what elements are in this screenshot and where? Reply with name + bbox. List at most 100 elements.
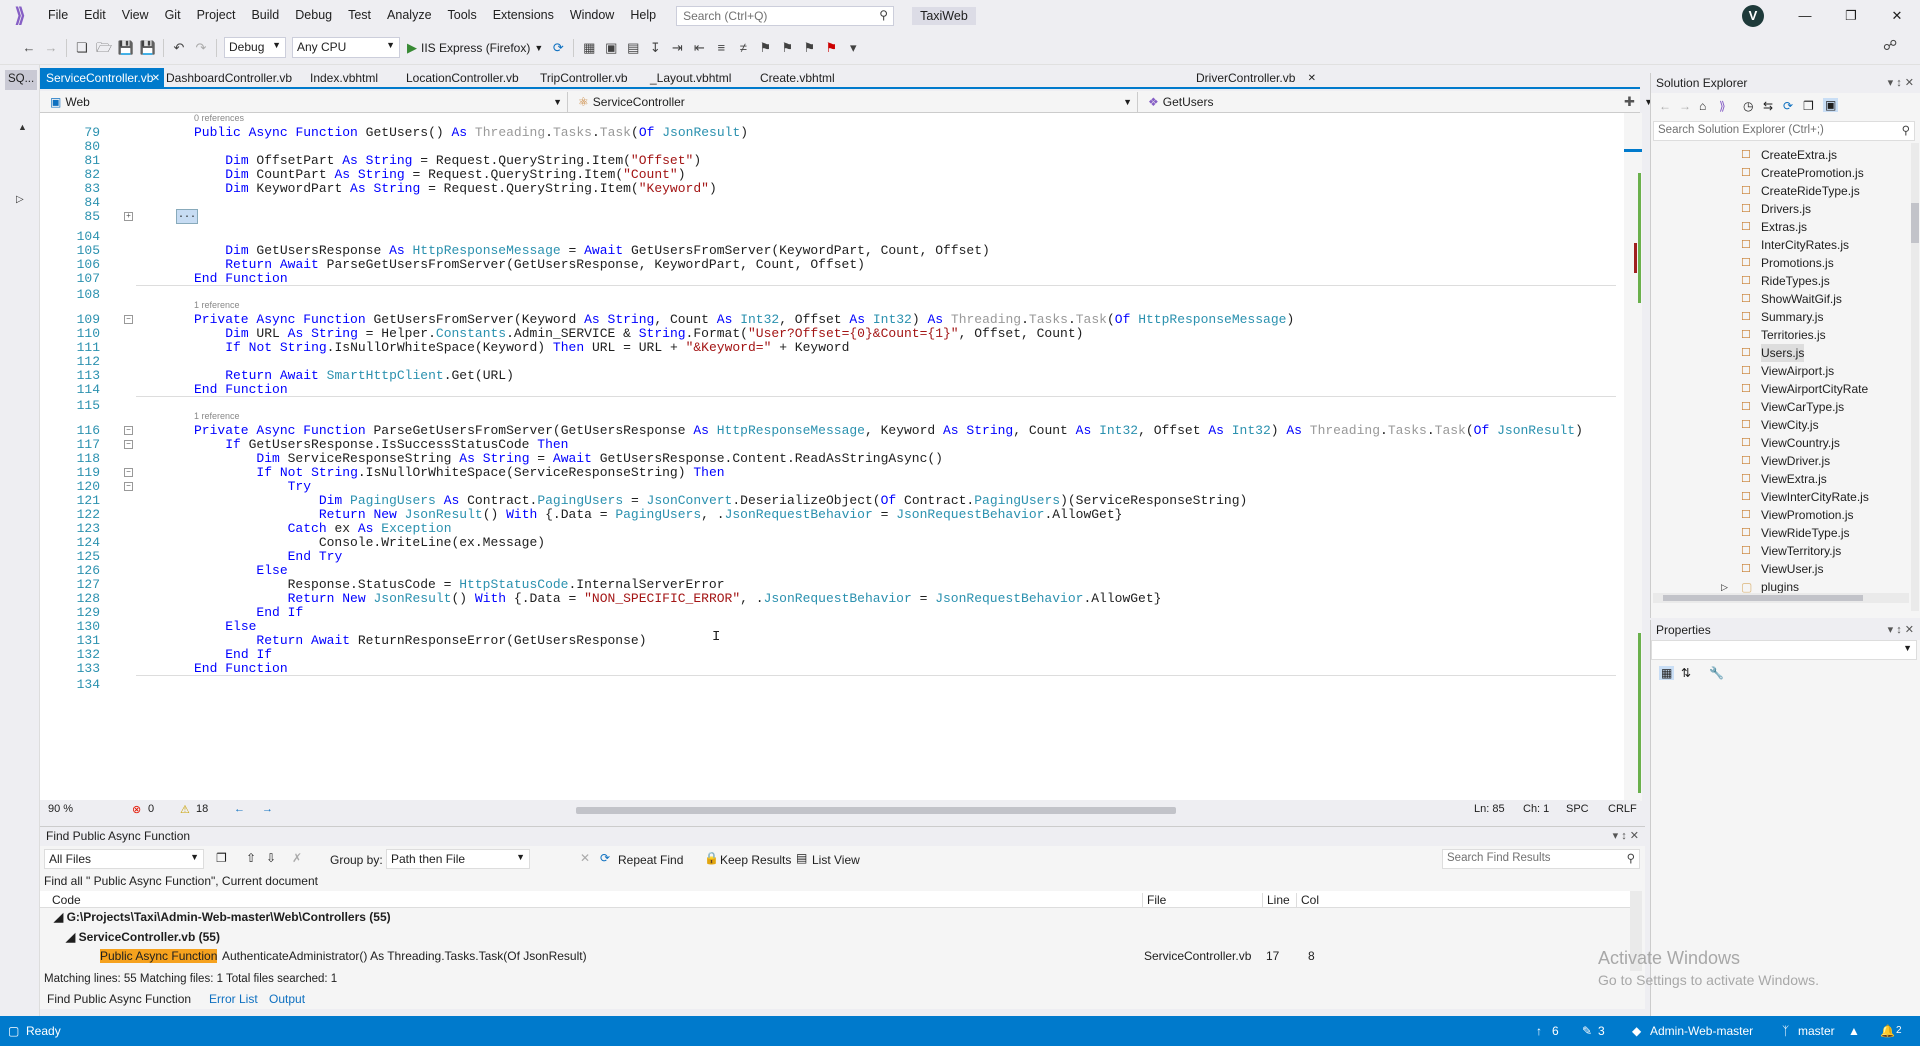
- repository-name[interactable]: Admin-Web-master: [1650, 1016, 1753, 1046]
- pending-changes[interactable]: 3: [1598, 1016, 1605, 1046]
- doc-tab-2[interactable]: DashboardController.vb: [160, 68, 300, 89]
- clear-bookmark-icon[interactable]: ⚑: [820, 37, 842, 59]
- tab-close-icon[interactable]: ✕: [1308, 68, 1316, 89]
- solution-file-item[interactable]: ☐ ViewCity.js: [1741, 416, 1819, 434]
- keep-results-button[interactable]: Keep Results: [720, 853, 791, 867]
- editor-vertical-scrollbar[interactable]: [1624, 113, 1642, 801]
- notification-icon[interactable]: 🔔: [1880, 1016, 1895, 1046]
- collapse-all-icon[interactable]: ❐: [1803, 99, 1814, 113]
- code-line[interactable]: 108: [40, 286, 1620, 303]
- find-panel-controls-icon[interactable]: ▾ ↕ ✕: [1613, 827, 1639, 846]
- prev-bookmark-icon[interactable]: ⚑: [776, 37, 798, 59]
- next-bookmark-icon[interactable]: ⚑: [798, 37, 820, 59]
- comment-icon[interactable]: ≡: [710, 37, 732, 59]
- bottom-tab-2[interactable]: Error List: [204, 990, 263, 1009]
- bottom-tab-3[interactable]: Output: [264, 990, 310, 1009]
- prev-result-icon[interactable]: ⇧: [246, 851, 256, 865]
- fold-toggle-icon[interactable]: −: [124, 468, 133, 477]
- back-icon[interactable]: ←: [18, 37, 40, 59]
- se-forward-icon[interactable]: →: [1679, 99, 1691, 113]
- live-share-icon[interactable]: ☍: [1883, 37, 1897, 54]
- platform-select[interactable]: Any CPU ▼: [292, 37, 400, 58]
- properties-object-select[interactable]: ▼: [1651, 640, 1917, 660]
- code-line[interactable]: 115: [40, 397, 1620, 414]
- menu-extensions[interactable]: Extensions: [485, 0, 562, 31]
- sync-icon[interactable]: ⇆: [1763, 99, 1773, 113]
- solution-file-item[interactable]: ☐ CreateRideType.js: [1741, 182, 1860, 200]
- search-input[interactable]: Search (Ctrl+Q) ⚲: [676, 5, 895, 26]
- expand-arrow-icon[interactable]: ▷: [16, 194, 24, 205]
- code-area[interactable]: 0 references 79 Public Async Function GetU…: [40, 113, 1625, 793]
- solution-file-item[interactable]: ☐ ViewTerritory.js: [1741, 542, 1841, 560]
- doc-tab-3[interactable]: Index.vbhtml: [304, 68, 396, 89]
- step-icon[interactable]: ↧: [644, 37, 666, 59]
- doc-tab-6[interactable]: _Layout.vbhtml: [644, 68, 750, 89]
- doc-tab-8[interactable]: DriverController.vb ✕: [1190, 68, 1320, 89]
- fold-toggle-icon[interactable]: −: [124, 482, 133, 491]
- menu-window[interactable]: Window: [562, 0, 622, 31]
- categorized-icon[interactable]: ▦: [1659, 666, 1675, 680]
- member-combo[interactable]: ❖ GetUsers ▼: [1138, 92, 1658, 112]
- project-combo[interactable]: ▣ Web ▼: [40, 92, 568, 112]
- code-line[interactable]: 85: [40, 208, 1620, 225]
- stop-icon[interactable]: ✕: [580, 851, 590, 865]
- code-editor[interactable]: 0 references 79 Public Async Function GetU…: [40, 113, 1630, 803]
- vs-switch-icon[interactable]: ⟫: [1719, 99, 1726, 113]
- properties-controls-icon[interactable]: ▾ ↕ ✕: [1888, 620, 1914, 640]
- solution-file-item[interactable]: ☐ Territories.js: [1741, 326, 1826, 344]
- undo-icon[interactable]: ↶: [168, 37, 190, 59]
- save-icon[interactable]: 💾: [115, 37, 137, 59]
- browser-link-icon[interactable]: ▦: [578, 37, 600, 59]
- doc-tab-7[interactable]: Create.vbhtml: [754, 68, 850, 89]
- bookmark-icon[interactable]: ⚑: [754, 37, 776, 59]
- home-icon[interactable]: ⌂: [1699, 99, 1706, 113]
- restore-icon[interactable]: ❐: [1828, 0, 1874, 31]
- menu-test[interactable]: Test: [340, 0, 379, 31]
- outgoing-commits[interactable]: 6: [1552, 1016, 1559, 1046]
- solution-file-item[interactable]: ☐ ViewRideType.js: [1741, 524, 1850, 542]
- menu-help[interactable]: Help: [622, 0, 664, 31]
- forward-icon[interactable]: →: [40, 37, 62, 59]
- screenshot-icon[interactable]: ▣: [600, 37, 622, 59]
- doc-tab-4[interactable]: LocationController.vb: [400, 68, 530, 89]
- group-by-select[interactable]: Path then File ▼: [386, 849, 530, 869]
- solution-file-item[interactable]: ☐ Promotions.js: [1741, 254, 1834, 272]
- zoom-level[interactable]: 90 %: [48, 803, 73, 815]
- solution-file-item[interactable]: ☐ CreatePromotion.js: [1741, 164, 1864, 182]
- error-count[interactable]: 0: [148, 803, 154, 815]
- result-group-file[interactable]: ◢ ServiceController.vb (55): [66, 930, 220, 944]
- solution-file-item[interactable]: ☐ Summary.js: [1741, 308, 1823, 326]
- find-result-row[interactable]: Public Async Function AuthenticateAdmini…: [40, 948, 1630, 966]
- solution-file-item[interactable]: ☐ ViewAirportCityRate: [1741, 380, 1868, 398]
- show-all-files-icon[interactable]: ▣: [1823, 98, 1839, 112]
- uncomment-icon[interactable]: ≠: [732, 37, 754, 59]
- save-all-icon[interactable]: 💾: [137, 37, 159, 59]
- indent-icon[interactable]: ⇥: [666, 37, 688, 59]
- solution-file-item[interactable]: ☐ CreateExtra.js: [1741, 146, 1837, 164]
- close-icon[interactable]: ✕: [1874, 0, 1920, 31]
- avatar[interactable]: V: [1742, 5, 1764, 27]
- se-back-icon[interactable]: ←: [1659, 99, 1671, 113]
- se-horizontal-scrollbar[interactable]: [1653, 593, 1909, 603]
- nav-back-icon[interactable]: ←: [234, 803, 245, 815]
- horizontal-scrollbar[interactable]: [296, 802, 1486, 816]
- find-scope-select[interactable]: All Files ▼: [44, 849, 204, 869]
- refresh-icon[interactable]: ⟳: [547, 37, 569, 59]
- class-combo[interactable]: ⚛ ServiceController ▼: [568, 92, 1138, 112]
- split-editor-icon[interactable]: ✚: [1624, 94, 1635, 110]
- sql-tab[interactable]: SQ...: [5, 70, 37, 90]
- warning-count[interactable]: 18: [196, 803, 208, 815]
- solution-file-item[interactable]: ☐ Drivers.js: [1741, 200, 1811, 218]
- configuration-select[interactable]: Debug ▼: [224, 37, 286, 58]
- bottom-tab-1[interactable]: Find Public Async Function: [42, 990, 197, 1009]
- solution-file-item[interactable]: ☐ ViewDriver.js: [1741, 452, 1830, 470]
- minimize-icon[interactable]: —: [1782, 0, 1828, 31]
- code-line[interactable]: 134: [40, 676, 1620, 693]
- solution-file-item[interactable]: ☐ ViewCountry.js: [1741, 434, 1840, 452]
- property-pages-icon[interactable]: 🔧: [1709, 666, 1724, 680]
- copy-icon[interactable]: ❐: [216, 851, 227, 865]
- doc-tab-5[interactable]: TripController.vb: [534, 68, 640, 89]
- menu-view[interactable]: View: [114, 0, 157, 31]
- fold-toggle-icon[interactable]: −: [124, 315, 133, 324]
- nav-forward-icon[interactable]: →: [262, 803, 273, 815]
